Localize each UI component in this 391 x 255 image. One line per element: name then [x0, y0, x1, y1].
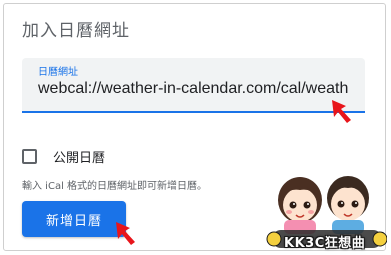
public-calendar-checkbox[interactable] — [22, 148, 37, 164]
add-calendar-button[interactable]: 新增日曆 — [22, 201, 126, 237]
calendar-url-label: 日曆網址 — [38, 67, 78, 78]
calendar-url-input[interactable] — [38, 80, 358, 98]
helper-text: 輸入 iCal 格式的日曆網址即可新增日曆。 — [22, 181, 208, 192]
annotation-arrow-icon — [332, 100, 351, 123]
annotation-arrow-icon — [116, 222, 135, 245]
watermark-text: KK3C狂想曲 — [284, 236, 366, 251]
public-calendar-option[interactable]: 公開日曆 — [22, 146, 105, 166]
dialog-title: 加入日曆網址 — [22, 21, 130, 41]
calendar-url-field[interactable]: 日曆網址 — [22, 58, 365, 113]
public-calendar-label: 公開日曆 — [53, 150, 106, 166]
watermark-logo: KK3C狂想曲 — [262, 160, 388, 251]
